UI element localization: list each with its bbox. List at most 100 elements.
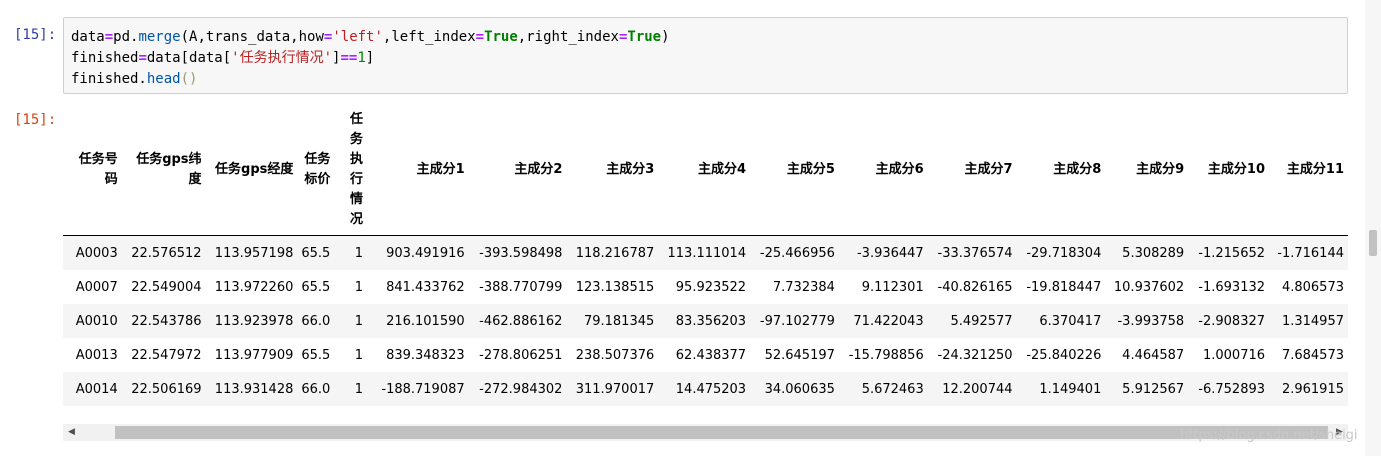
table-cell: 113.957198 <box>205 235 298 270</box>
table-cell: -272.984302 <box>468 372 567 406</box>
table-cell: -24.321250 <box>927 338 1017 372</box>
table-cell: 118.216787 <box>566 235 659 270</box>
table-row: A0014 22.506169 113.931428 66.0 1 -188.719087… <box>63 372 1348 406</box>
code-token: ,left_index <box>382 29 476 45</box>
input-cell[interactable]: [15]: data=pd.merge(A,trans_data,how='le… <box>0 0 1381 100</box>
table-cell: 22.543786 <box>121 304 206 338</box>
dataframe-output: 任务号码 任务gps纬度 任务gps经度 任务标价 任务执行情况 主成分1 主成分2 主成分3… <box>63 104 1348 419</box>
table-cell: 12.200744 <box>927 372 1017 406</box>
table-cell: 34.060635 <box>750 372 839 406</box>
horizontal-scrollbar[interactable]: ◀ ▶ <box>63 424 1348 441</box>
table-cell: 113.972260 <box>205 270 298 304</box>
column-header: 主成分9 <box>1105 104 1189 236</box>
column-header: 主成分1 <box>366 104 469 236</box>
table-cell: -1.215652 <box>1188 235 1270 270</box>
table-cell: -15.798856 <box>838 338 928 372</box>
code-token: ) <box>661 29 670 45</box>
table-cell: 62.438377 <box>658 338 751 372</box>
vertical-scrollbar[interactable] <box>1365 0 1381 456</box>
code-token: pd. <box>113 29 139 45</box>
column-header: 任务gps经度 <box>205 104 298 236</box>
table-cell: 22.506169 <box>121 372 206 406</box>
table-cell: 22.576512 <box>121 235 206 270</box>
column-header: 主成分8 <box>1016 104 1106 236</box>
table-cell: -2.908327 <box>1188 304 1270 338</box>
table-cell: -188.719087 <box>366 372 469 406</box>
code-token: 1 <box>357 50 366 66</box>
table-cell: -1.716144 <box>1269 235 1348 270</box>
code-token: data[data[ <box>146 50 232 66</box>
table-cell: 311.970017 <box>566 372 659 406</box>
table-cell: 10.937602 <box>1105 270 1189 304</box>
table-cell: -1.693132 <box>1188 270 1270 304</box>
table-cell: -25.466956 <box>750 235 839 270</box>
table-cell: 65.5 <box>297 270 335 304</box>
table-cell: 2.961915 <box>1269 372 1348 406</box>
code-editor[interactable]: data=pd.merge(A,trans_data,how='left',le… <box>63 17 1348 94</box>
table-cell: 113.111014 <box>658 235 751 270</box>
code-token: '任务执行情况' <box>231 50 333 66</box>
output-prompt: [15]: <box>14 112 57 128</box>
table-cell: 839.348323 <box>366 338 469 372</box>
table-cell: 5.912567 <box>1105 372 1189 406</box>
table-cell: 1 <box>334 270 367 304</box>
column-header: 任务标价 <box>297 104 335 236</box>
table-cell: 71.422043 <box>838 304 928 338</box>
table-cell: -393.598498 <box>468 235 567 270</box>
code-token: = <box>475 29 485 45</box>
table-cell: -6.752893 <box>1188 372 1270 406</box>
table-cell: 5.492577 <box>927 304 1017 338</box>
vertical-scroll-thumb[interactable] <box>1369 230 1377 256</box>
column-header: 主成分7 <box>927 104 1017 236</box>
table-cell: 1.314957 <box>1269 304 1348 338</box>
table-cell: 1.149401 <box>1016 372 1106 406</box>
code-line: finished=data[data['任务执行情况']==1] <box>71 48 1347 69</box>
table-cell: 66.0 <box>297 304 335 338</box>
table-cell: 95.923522 <box>658 270 751 304</box>
code-line: data=pd.merge(A,trans_data,how='left',le… <box>71 27 1347 48</box>
table-cell: 123.138515 <box>566 270 659 304</box>
table-cell: 1 <box>334 372 367 406</box>
table-row: A0010 22.543786 113.923978 66.0 1 216.101590-… <box>63 304 1348 338</box>
scroll-left-arrow-icon[interactable]: ◀ <box>63 424 80 441</box>
table-cell: -462.886162 <box>468 304 567 338</box>
column-header: 主成分11 <box>1269 104 1348 236</box>
table-cell: 9.112301 <box>838 270 928 304</box>
table-cell: -25.840226 <box>1016 338 1106 372</box>
table-cell: 4.806573 <box>1269 270 1348 304</box>
table-cell: 216.101590 <box>366 304 469 338</box>
code-token: = <box>104 29 114 45</box>
code-token: finished <box>71 50 139 66</box>
column-header: 主成分10 <box>1188 104 1270 236</box>
table-cell: A0014 <box>63 372 122 406</box>
table-cell: 7.732384 <box>750 270 839 304</box>
table-cell: -19.818447 <box>1016 270 1106 304</box>
table-cell: 65.5 <box>297 235 335 270</box>
table-cell: 113.931428 <box>205 372 298 406</box>
table-cell: 22.547972 <box>121 338 206 372</box>
table-cell: -29.718304 <box>1016 235 1106 270</box>
input-prompt: [15]: <box>14 27 57 43</box>
code-token: = <box>138 50 147 66</box>
column-header: 任务gps纬度 <box>121 104 206 236</box>
code-token: True <box>627 29 662 45</box>
table-cell: 79.181345 <box>566 304 659 338</box>
table-cell: 1 <box>334 235 367 270</box>
horizontal-scroll-thumb[interactable] <box>115 426 1328 439</box>
table-cell: 903.491916 <box>366 235 469 270</box>
code-token: == <box>340 50 358 66</box>
table-cell: 1.000716 <box>1188 338 1270 372</box>
table-row: A0003 22.576512 113.957198 65.5 1 903.491916-… <box>63 235 1348 270</box>
table-cell: A0013 <box>63 338 122 372</box>
code-token: () <box>180 71 198 87</box>
watermark: https://blog.csdn.net/sheigi <box>1180 428 1358 443</box>
code-line: finished.head() <box>71 69 1347 90</box>
table-cell: 22.549004 <box>121 270 206 304</box>
column-header: 任务执行情况 <box>334 104 367 236</box>
code-token: data <box>71 29 105 45</box>
table-row: A0007 22.549004 113.972260 65.5 1 841.433762-… <box>63 270 1348 304</box>
code-token: head <box>146 71 181 87</box>
table-header-row: 任务号码 任务gps纬度 任务gps经度 任务标价 任务执行情况 主成分1 主成分2 主成分3… <box>63 104 1348 236</box>
table-cell: -278.806251 <box>468 338 567 372</box>
code-token: 'left' <box>332 29 383 45</box>
